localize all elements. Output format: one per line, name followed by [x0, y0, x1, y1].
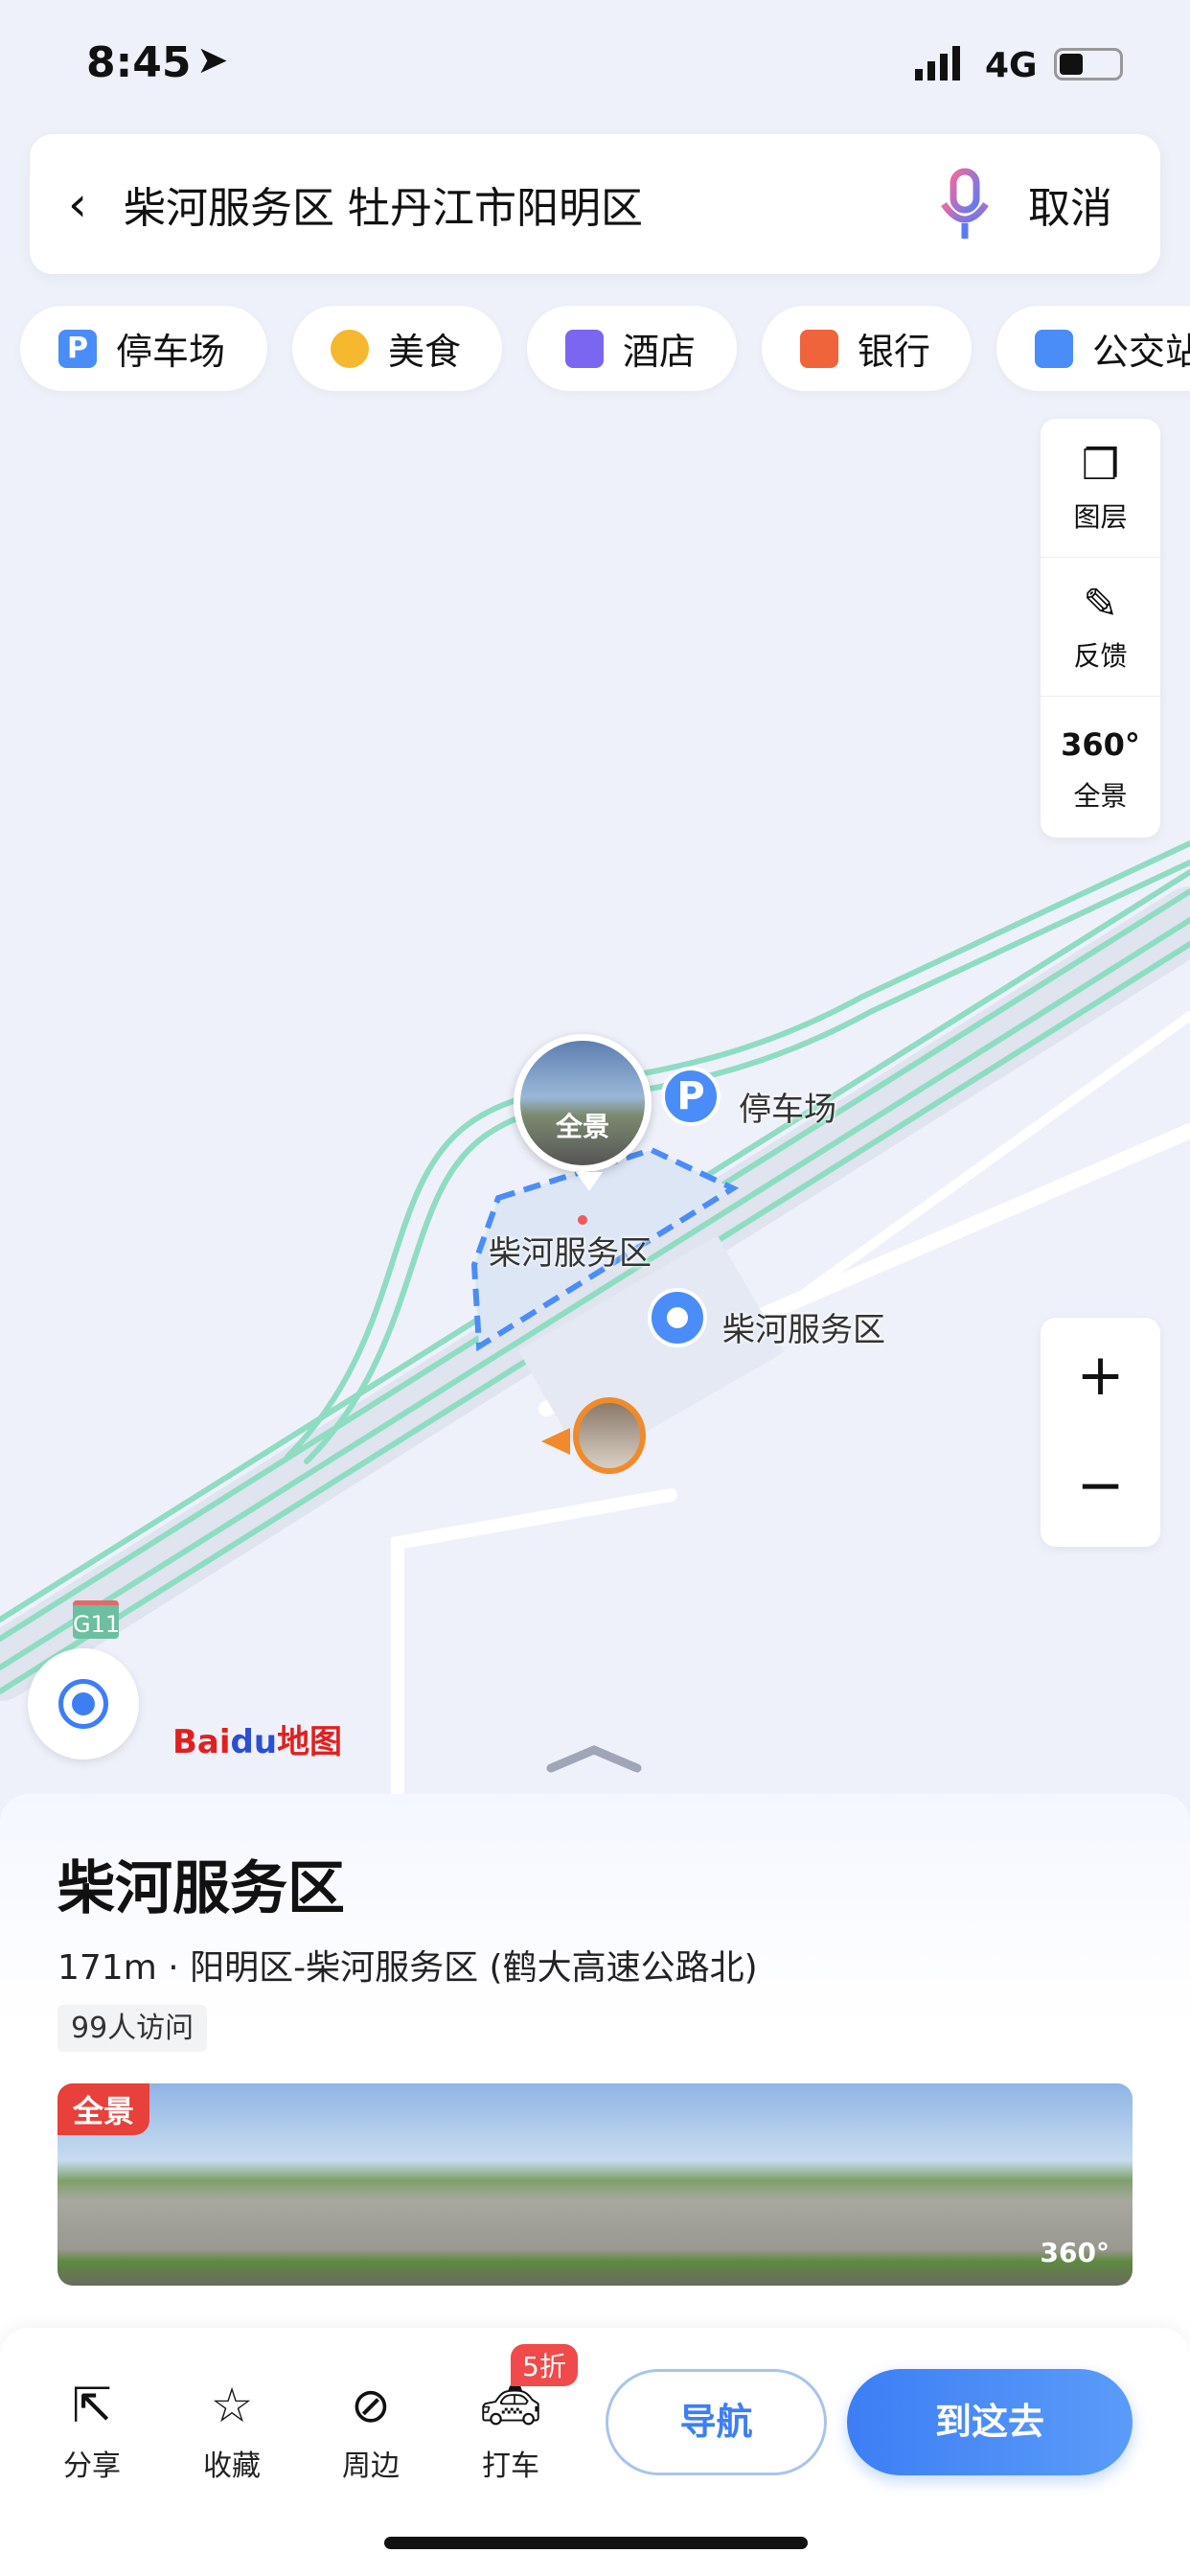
feedback-icon: ✎ — [1083, 580, 1118, 629]
layers-button[interactable]: ❐ 图层 — [1041, 419, 1160, 558]
bus-stop-icon — [1035, 329, 1073, 368]
zoom-controls: + − — [1041, 1318, 1160, 1547]
panorama-photo[interactable]: 全景 360° — [57, 2083, 1133, 2286]
chip-label: 银行 — [858, 331, 931, 373]
chip-label: 公交站 — [1092, 331, 1190, 373]
locate-icon — [58, 1679, 108, 1729]
signal-icon — [915, 46, 960, 80]
home-indicator — [384, 2537, 808, 2549]
feedback-button[interactable]: ✎ 反馈 — [1041, 558, 1160, 697]
panorama-360-icon: 360° — [1040, 2237, 1110, 2268]
zoom-in-button[interactable]: + — [1041, 1318, 1160, 1433]
back-icon[interactable]: ‹ — [68, 176, 87, 232]
category-bus-stop[interactable]: 公交站 — [996, 306, 1190, 391]
star-icon: ☆ — [210, 2378, 254, 2433]
map-tools-panel: ❐ 图层 ✎ 反馈 360° 全景 — [1041, 419, 1160, 838]
go-here-button[interactable]: 到这去 — [847, 2369, 1133, 2475]
action-label: 打车 — [482, 2450, 539, 2483]
share-icon: ⇱ — [72, 2378, 112, 2433]
location-arrow-icon: ➤ — [196, 38, 229, 82]
search-bar[interactable]: ‹ 柴河服务区 牡丹江市阳明区 取消 — [30, 134, 1160, 274]
search-input[interactable]: 柴河服务区 牡丹江市阳明区 — [124, 173, 936, 235]
microphone-icon[interactable] — [936, 166, 994, 242]
panorama-button[interactable]: 360° 全景 — [1041, 697, 1160, 836]
category-parking[interactable]: P 停车场 — [20, 306, 267, 391]
bank-icon — [800, 329, 838, 368]
chip-label: 酒店 — [623, 331, 697, 373]
parking-marker-icon[interactable]: P — [661, 1067, 721, 1126]
favorite-button[interactable]: ☆ 收藏 — [184, 2375, 280, 2484]
parking-icon: P — [58, 329, 97, 368]
taxi-button[interactable]: 🚕︎ 打车 — [463, 2375, 559, 2484]
panorama-360-icon: 360° — [1061, 725, 1140, 763]
action-label: 周边 — [342, 2450, 400, 2483]
chip-label: 美食 — [388, 331, 462, 373]
food-icon — [331, 329, 369, 368]
poi-pin-icon[interactable] — [648, 1288, 707, 1347]
visits-badge: 99人访问 — [57, 2005, 208, 2052]
location-dot — [578, 1215, 587, 1225]
panorama-badge: 全景 — [57, 2083, 150, 2135]
baidu-logo: Baidu地图 — [172, 1723, 343, 1761]
compass-icon: ⊘ — [351, 2378, 391, 2433]
sheet-handle-chevron-icon[interactable] — [546, 1744, 642, 1773]
network-type: 4G — [985, 46, 1038, 85]
highway-shield: G11 — [73, 1600, 120, 1639]
zoom-out-button[interactable]: − — [1041, 1433, 1160, 1547]
navigate-button[interactable]: 导航 — [606, 2369, 827, 2475]
battery-icon — [1054, 48, 1123, 80]
status-time: 8:45 — [86, 38, 192, 87]
place-address: 171m · 阳明区-柴河服务区 (鹤大高速公路北) — [57, 1948, 758, 1988]
area-map-label[interactable]: 柴河服务区 — [489, 1227, 652, 1274]
parking-map-label[interactable]: 停车场 — [739, 1083, 836, 1130]
hotel-icon — [565, 329, 604, 368]
tool-label: 图层 — [1073, 501, 1128, 533]
panorama-marker[interactable]: 全景 — [514, 1034, 652, 1172]
marker-pointer — [576, 1172, 603, 1191]
tool-label: 反馈 — [1073, 640, 1128, 672]
share-button[interactable]: ⇱ 分享 — [44, 2375, 140, 2484]
panorama-marker-label: 全景 — [555, 1111, 609, 1142]
locate-me-button[interactable] — [28, 1648, 139, 1760]
chip-label: 停车场 — [116, 331, 226, 373]
poi-map-label[interactable]: 柴河服务区 — [722, 1303, 885, 1350]
action-label: 收藏 — [203, 2450, 261, 2483]
nearby-button[interactable]: ⊘ 周边 — [323, 2375, 419, 2484]
user-avatar-marker — [573, 1397, 646, 1474]
heading-arrow-icon — [541, 1428, 570, 1455]
discount-badge: 5折 — [511, 2344, 578, 2386]
category-hotel[interactable]: 酒店 — [527, 306, 737, 391]
cancel-button[interactable]: 取消 — [1028, 173, 1112, 235]
category-food[interactable]: 美食 — [292, 306, 502, 391]
category-bank[interactable]: 银行 — [762, 306, 972, 391]
place-title: 柴河服务区 — [57, 1855, 345, 1922]
tool-label: 全景 — [1073, 779, 1128, 812]
layers-icon: ❐ — [1081, 441, 1120, 490]
action-label: 分享 — [63, 2450, 121, 2483]
